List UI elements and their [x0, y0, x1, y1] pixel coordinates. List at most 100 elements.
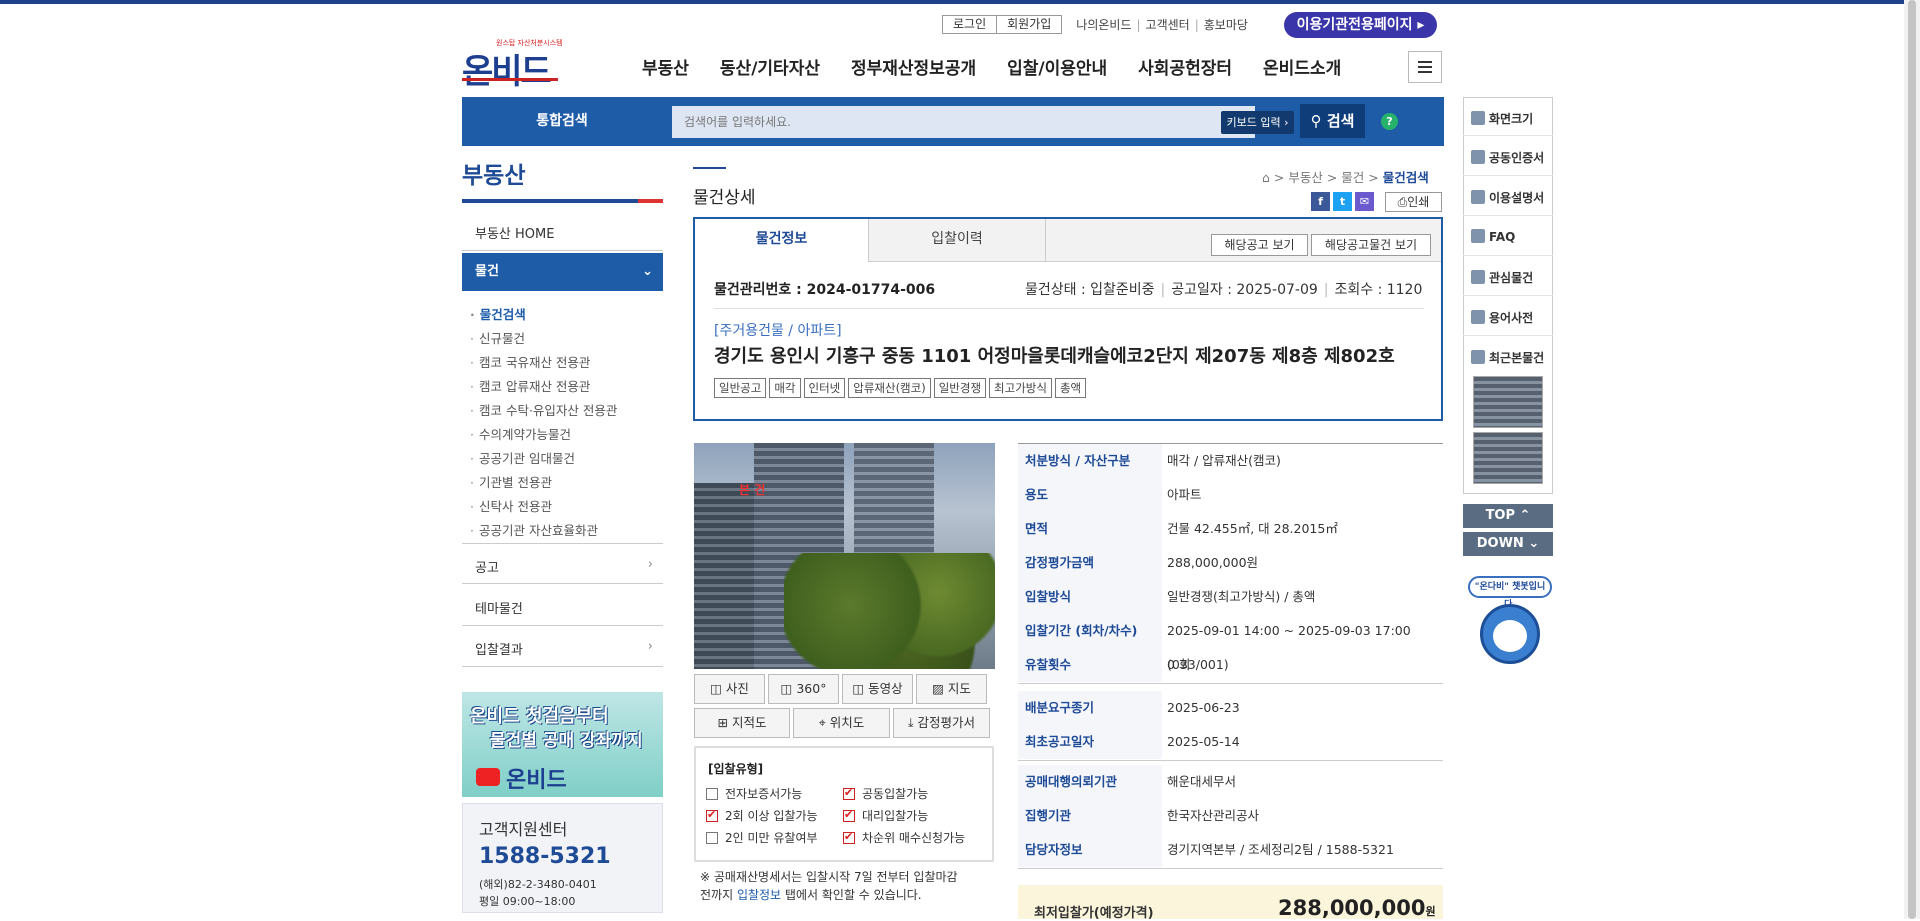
bid-type-option: 전자보증서가능 [706, 785, 802, 802]
print-button[interactable]: ⎙인쇄 [1385, 192, 1442, 212]
home-icon[interactable]: ⌂ [1262, 170, 1270, 185]
gnb-real-estate[interactable]: 부동산 [642, 54, 689, 79]
trees-graphic [784, 553, 995, 669]
photo-360-button[interactable]: ◫ 360° [768, 674, 839, 704]
lnb-sub-by-agency[interactable]: 기관별 전용관 [470, 472, 552, 491]
lnb-sub-kamco-seized[interactable]: 캠코 압류재산 전용관 [470, 376, 590, 395]
breadcrumb-item[interactable]: 부동산 [1288, 170, 1323, 185]
map-label: 지도 [947, 681, 971, 696]
item-photo[interactable]: 본 건 [694, 443, 995, 669]
breadcrumb-item[interactable]: 물건 [1341, 170, 1364, 185]
banner-line2: 물건별 공매 강좌까지 [490, 731, 643, 751]
search-icon: ⚲ [1310, 112, 1322, 130]
quick-label: 최근본물건 [1489, 351, 1545, 365]
cs-hours: 평일 09:00~18:00 [479, 895, 576, 908]
view-notice-button[interactable]: 해당공고 보기 [1211, 234, 1308, 256]
scroll-down-button[interactable]: DOWN ⌄ [1463, 532, 1553, 556]
promo-link[interactable]: 홍보마당 [1204, 18, 1248, 32]
tab-item-info[interactable]: 물건정보 [695, 219, 869, 262]
signup-button[interactable]: 회원가입 [996, 15, 1061, 33]
onbid-logo[interactable]: 원스탑 자산처분시스템 온비드 [462, 38, 563, 92]
chatbot-button[interactable]: "온다비" 챗봇입니다. [1466, 576, 1556, 672]
tab-bid-history[interactable]: 입찰이력 [869, 219, 1046, 262]
search-input[interactable]: 검색어를 입력하세요. [672, 106, 1255, 138]
facebook-icon[interactable]: f [1311, 192, 1330, 211]
item-address: 경기도 용인시 기흥구 중동 1101 어정마을롯데캐슬에코2단지 제207동 … [714, 346, 1395, 367]
checkbox-unchecked [706, 788, 718, 800]
item-status-line: 물건상태 : 입찰준비중 | 공고일자 : 2025-07-09 | 조회수 : 112… [1025, 282, 1423, 298]
gnb-about[interactable]: 온비드소개 [1263, 54, 1341, 79]
bid-type-option: 차순위 매수신청가능 [843, 829, 965, 846]
lnb-item-results[interactable]: 입찰결과 › [462, 639, 663, 658]
photo-button[interactable]: ◫ 사진 [694, 674, 765, 704]
note-text: 전까지 [700, 888, 737, 902]
quick-divider [1463, 335, 1553, 336]
util-links: 나의온비드 | 고객센터 | 홍보마당 [1076, 17, 1248, 32]
quick-label: 공동인증서 [1489, 151, 1545, 165]
scrollbar-thumb[interactable] [1908, 0, 1916, 919]
view-notice-items-button[interactable]: 해당공고물건 보기 [1311, 234, 1431, 256]
location-map-button[interactable]: ⌖ 위치도 [793, 708, 890, 738]
lnb-item-theme[interactable]: 테마물건 [462, 598, 663, 617]
quick-glossary[interactable]: 용어사전 [1471, 309, 1533, 326]
search-button-label: 검색 [1326, 112, 1355, 130]
photo-buttons-row2: ⊞ 지적도 ⌖ 위치도 ⤓ 감정평가서 [694, 708, 990, 738]
agency-page-button[interactable]: 이용기관전용페이지 ▸ [1284, 12, 1437, 38]
lnb-item-notice[interactable]: 공고 › [462, 557, 663, 576]
info-row: 유찰횟수 0 회 [1018, 648, 1443, 682]
login-button[interactable]: 로그인 [943, 16, 996, 33]
all-menu-button[interactable] [1408, 51, 1442, 83]
appraisal-report-button[interactable]: ⤓ 감정평가서 [893, 708, 990, 738]
video-label: 동영상 [868, 681, 903, 696]
option-label: 2회 이상 입찰가능 [725, 809, 818, 823]
breadcrumb: ⌂ > 부동산 > 물건 > 물건검색 [1262, 170, 1429, 185]
youtube-lecture-banner[interactable]: 온비드 첫걸음부터 물건별 공매 강좌까지 온비드 [462, 692, 663, 797]
gnb-social-market[interactable]: 사회공헌장터 [1138, 54, 1232, 79]
quick-certificate[interactable]: 공동인증서 [1471, 149, 1544, 166]
scroll-top-button[interactable]: TOP ⌃ [1463, 504, 1553, 528]
view-count: 조회수 : 1120 [1334, 282, 1423, 298]
lnb-sub-public-lease[interactable]: 공공기관 임대물건 [470, 448, 575, 467]
lnb-sub-item-search[interactable]: 물건검색 [470, 304, 526, 323]
video-button[interactable]: ◫ 동영상 [842, 674, 913, 704]
gnb-gov-property[interactable]: 정부재산정보공개 [851, 54, 976, 79]
lnb-divider [462, 583, 663, 584]
recent-item-thumbnail[interactable] [1473, 432, 1543, 484]
lnb-item-items[interactable]: 물건 ⌄ [462, 253, 663, 291]
map-button[interactable]: ▨ 지도 [916, 674, 987, 704]
quick-font-size[interactable]: 화면크기 [1471, 110, 1533, 127]
info-row: 배분요구종기 2025-06-23 [1018, 691, 1443, 725]
note-line2: 전까지 입찰정보 탭에서 확인할 수 있습니다. [700, 886, 1000, 904]
quick-manual[interactable]: 이용설명서 [1471, 189, 1544, 206]
logo-text: 온비드 [462, 52, 552, 92]
appraisal-label: 감정평가서 [917, 715, 976, 730]
twitter-icon[interactable]: t [1333, 192, 1352, 211]
customer-center-link[interactable]: 고객센터 [1146, 18, 1190, 32]
gnb-movables[interactable]: 동산/기타자산 [720, 54, 820, 79]
page-scrollbar[interactable] [1904, 0, 1920, 919]
email-icon[interactable]: ✉ [1355, 192, 1374, 211]
lnb-sub-private-contract[interactable]: 수의계약가능물건 [470, 424, 571, 443]
cadastral-map-button[interactable]: ⊞ 지적도 [694, 708, 790, 738]
info-value: 2025-05-14 [1167, 734, 1240, 749]
lnb-sub-kamco-national[interactable]: 캠코 국유재산 전용관 [470, 352, 590, 371]
lnb-sub-new[interactable]: 신규물건 [470, 328, 525, 347]
lnb-sub-public-efficiency[interactable]: 공공기관 자산효율화관 [470, 520, 598, 539]
lnb-home[interactable]: 부동산 HOME [462, 223, 663, 242]
info-value: 0 회 [1167, 657, 1191, 672]
keyboard-input-button[interactable]: 키보드 입력 › [1221, 111, 1294, 134]
my-onbid-link[interactable]: 나의온비드 [1076, 18, 1131, 32]
quick-favorites[interactable]: 관심물건 [1471, 269, 1533, 286]
search-button[interactable]: ⚲ 검색 [1300, 104, 1365, 138]
lnb-sub-kamco-trust[interactable]: 캠코 수탁·유입자산 전용관 [470, 400, 617, 419]
help-icon[interactable]: ? [1381, 113, 1398, 130]
lnb-sub-trust-company[interactable]: 신탁사 전용관 [470, 496, 552, 515]
lnb-divider [462, 666, 663, 667]
gnb-bid-guide[interactable]: 입찰/이용안내 [1007, 54, 1107, 79]
checkbox-unchecked [706, 832, 718, 844]
lnb-divider [462, 543, 663, 544]
price-unit: 원 [1425, 905, 1436, 918]
quick-faq[interactable]: FAQ [1471, 229, 1515, 244]
recent-item-thumbnail[interactable] [1473, 376, 1543, 428]
bid-info-link[interactable]: 입찰정보 [737, 888, 781, 902]
